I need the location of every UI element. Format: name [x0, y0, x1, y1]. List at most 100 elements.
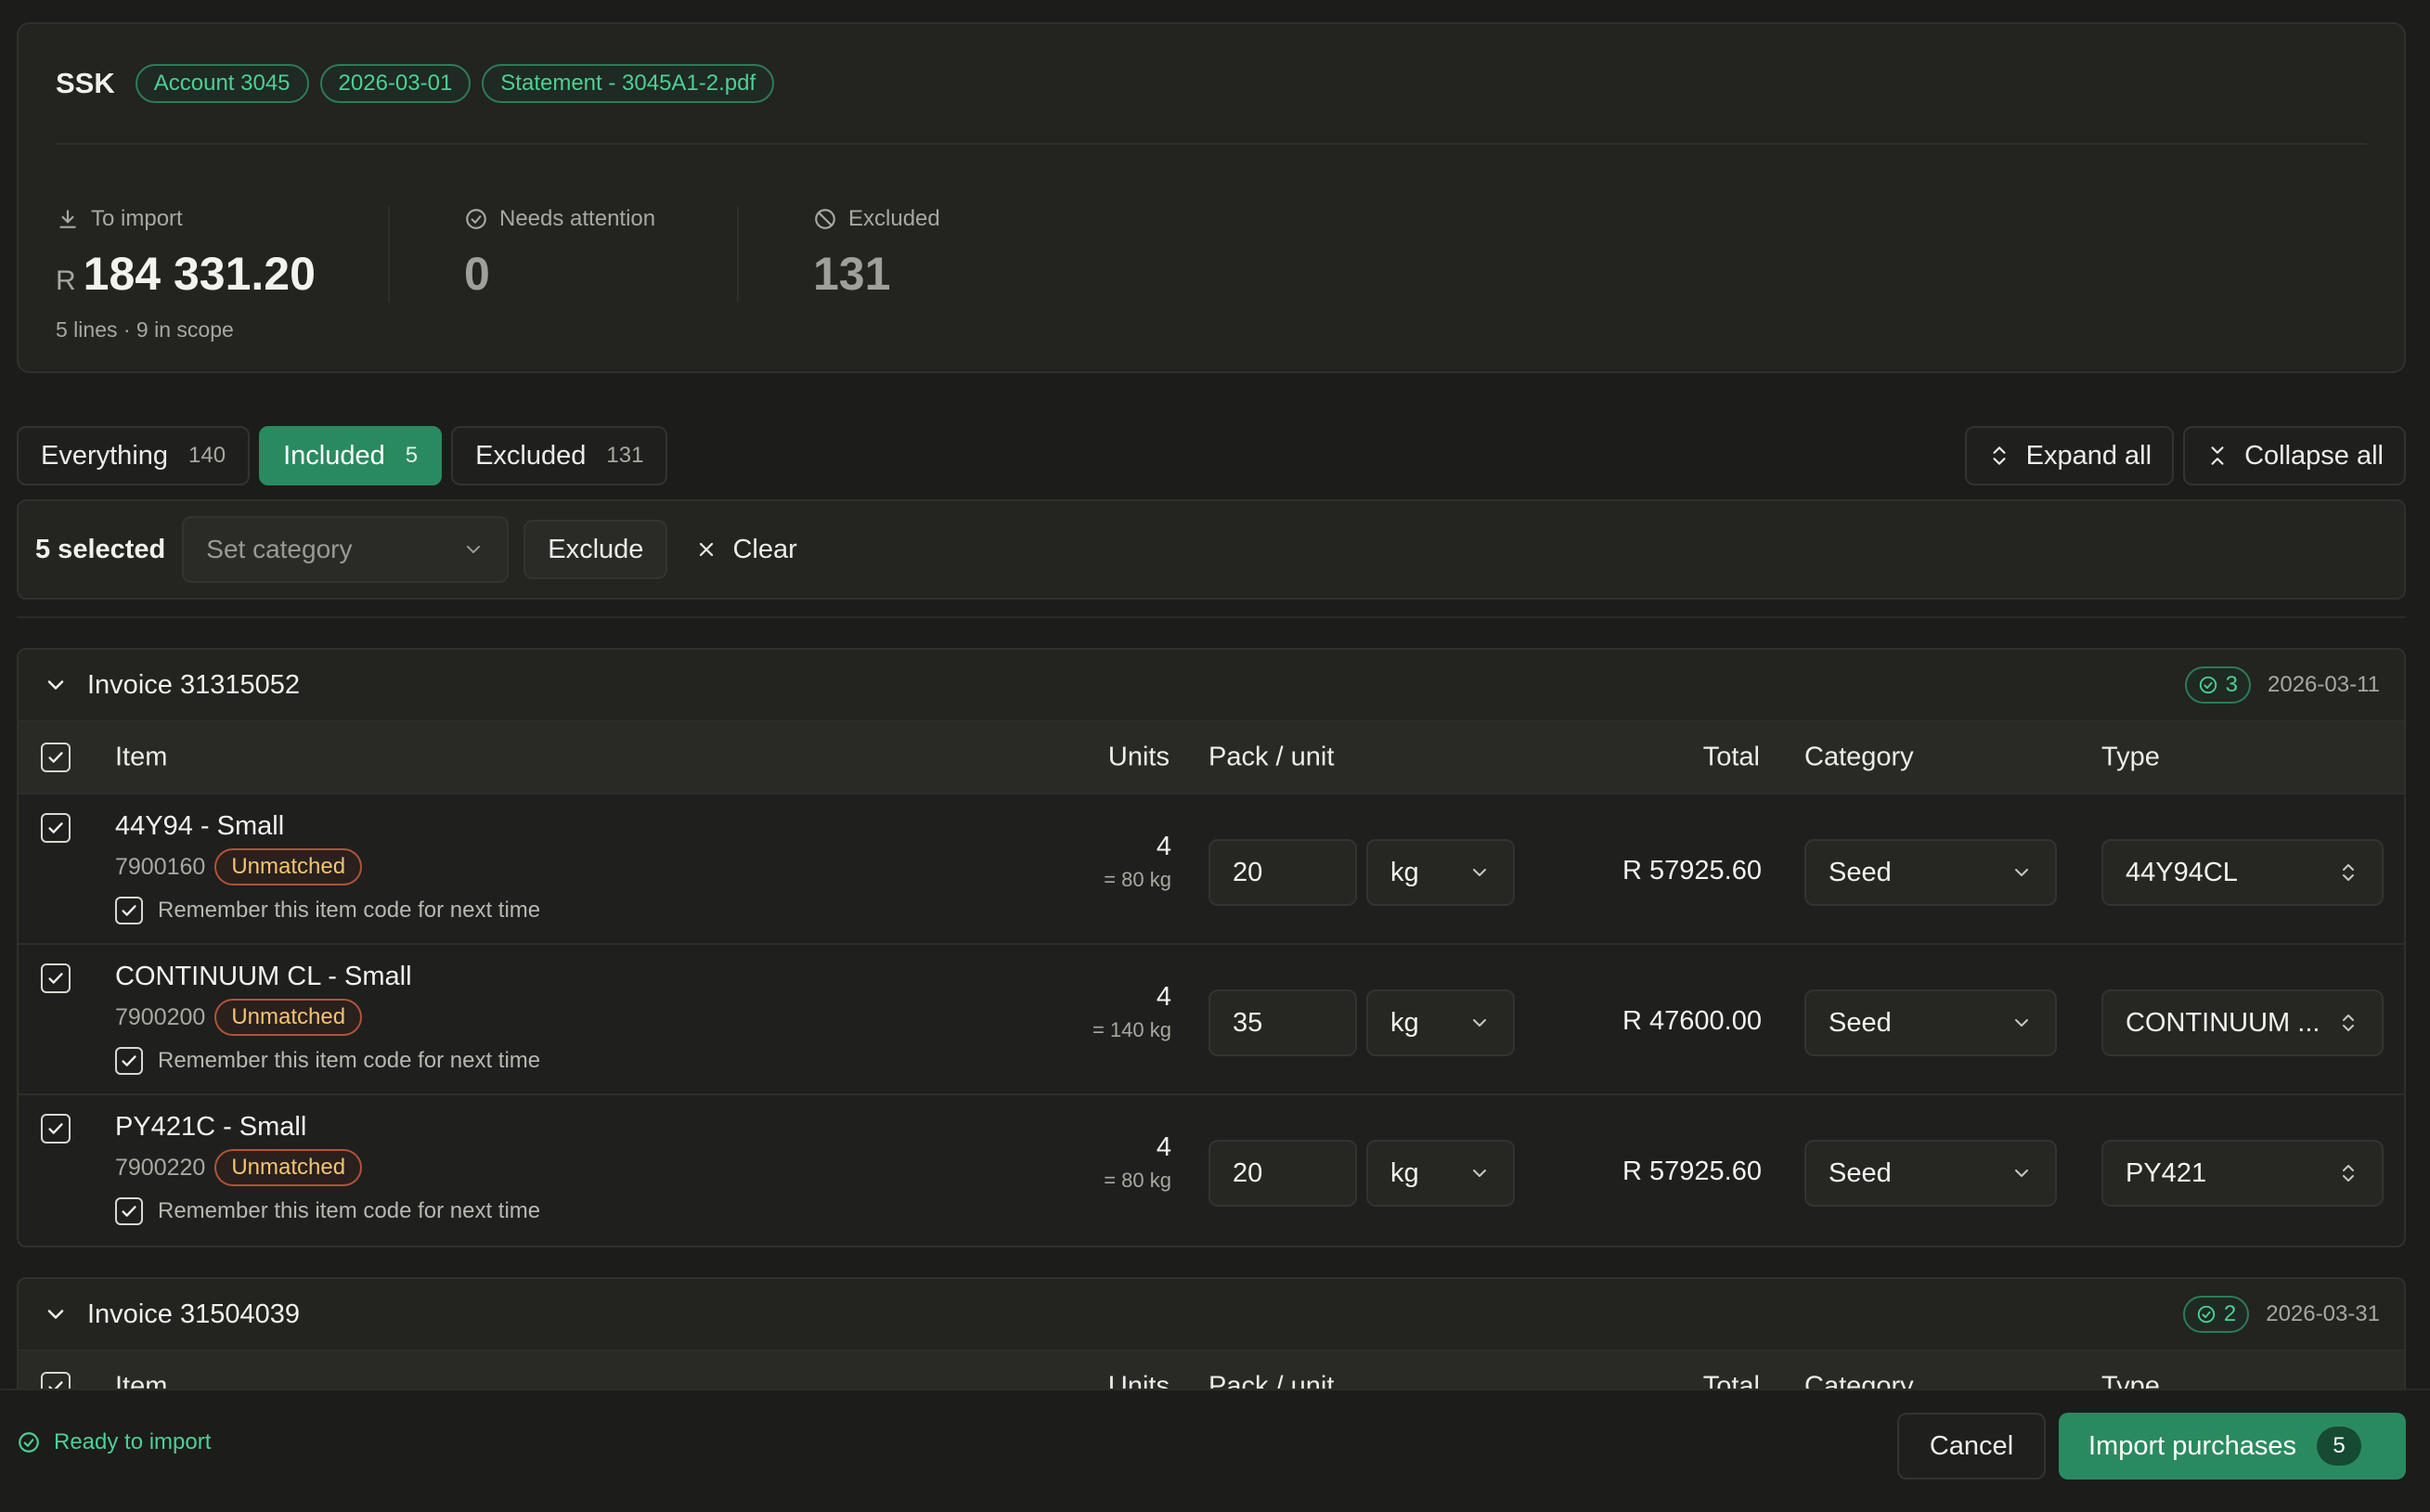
- column-total[interactable]: Total: [1703, 743, 1760, 773]
- tab-everything[interactable]: Everything 140: [17, 426, 251, 485]
- needs-attention-count: 0: [464, 248, 490, 300]
- invoice-header[interactable]: Invoice 31315052 3 2026-03-11: [19, 650, 2404, 720]
- type-select[interactable]: PY421: [2101, 1140, 2384, 1207]
- cancel-button[interactable]: Cancel: [1897, 1413, 2046, 1480]
- invoice-title: Invoice 31315052: [87, 669, 300, 700]
- clear-selection-button[interactable]: Clear: [682, 535, 809, 565]
- excluded-count: 131: [813, 248, 891, 300]
- check-circle-icon: [464, 207, 488, 231]
- stat-label: To import: [91, 206, 183, 231]
- stat-excluded: Excluded 131: [813, 204, 940, 301]
- item-code: 7900160: [115, 853, 206, 880]
- column-units[interactable]: Units: [1108, 743, 1170, 773]
- pack-size-input[interactable]: 20: [1209, 1140, 1357, 1207]
- expand-controls: Expand all Collapse all: [1964, 426, 2406, 485]
- category-select[interactable]: Seed: [1804, 839, 2057, 906]
- units-cell: 4 = 80 kg: [1104, 1132, 1171, 1193]
- check-circle-icon: [2196, 1304, 2217, 1325]
- type-select[interactable]: CONTINUUM ...: [2101, 989, 2384, 1056]
- chevron-down-icon: [1468, 861, 1491, 884]
- select-all-checkbox[interactable]: [41, 743, 71, 772]
- category-select[interactable]: Seed: [1804, 1140, 2057, 1207]
- chevron-up-down-icon: [2337, 1012, 2359, 1034]
- unmatched-badge: Unmatched: [214, 848, 363, 885]
- chevron-down-icon: [2010, 1012, 2033, 1034]
- pack-size-input[interactable]: 35: [1209, 989, 1357, 1056]
- scope-summary: 5 lines · 9 in scope: [56, 317, 234, 342]
- column-type[interactable]: Type: [2101, 743, 2160, 773]
- collapse-all-button[interactable]: Collapse all: [2183, 426, 2406, 485]
- units-value: 4: [1156, 832, 1171, 861]
- unmatched-badge: Unmatched: [214, 1149, 363, 1186]
- statement-pill[interactable]: Statement - 3045A1-2.pdf: [482, 64, 775, 103]
- table-row: 44Y94 - Small 7900160 Unmatched Remember…: [19, 795, 2404, 945]
- remember-checkbox[interactable]: [115, 1047, 143, 1075]
- remember-checkbox[interactable]: [115, 897, 143, 924]
- chevron-down-icon: [2010, 1162, 2033, 1184]
- column-pack-unit[interactable]: Pack / unit: [1209, 743, 1334, 773]
- chevron-down-icon: [462, 538, 485, 561]
- currency-symbol: R: [56, 265, 76, 296]
- row-checkbox[interactable]: [41, 963, 71, 993]
- stat-label: Needs attention: [499, 206, 656, 231]
- stat-divider: [737, 206, 739, 303]
- tab-count: 5: [405, 443, 419, 468]
- item-name: CONTINUUM CL - Small: [115, 962, 412, 991]
- expand-all-button[interactable]: Expand all: [1964, 426, 2175, 485]
- column-item[interactable]: Item: [115, 743, 167, 773]
- category-select[interactable]: Seed: [1804, 989, 2057, 1056]
- unit-select[interactable]: kg: [1366, 839, 1515, 906]
- invoice-group: Invoice 31315052 3 2026-03-11 Item Units…: [17, 648, 2406, 1247]
- row-checkbox[interactable]: [41, 1114, 71, 1144]
- expand-icon: [1987, 444, 2011, 468]
- item-code: 7900200: [115, 1003, 206, 1030]
- units-total-weight: = 140 kg: [1092, 1018, 1171, 1041]
- remember-code-option[interactable]: Remember this item code for next time: [115, 1047, 540, 1075]
- import-purchases-button[interactable]: Import purchases 5: [2059, 1413, 2406, 1480]
- invoice-date: 2026-03-11: [2268, 672, 2380, 697]
- summary-header: SSK Account 3045 2026-03-01 Statement - …: [56, 63, 775, 104]
- exclude-button[interactable]: Exclude: [523, 520, 668, 579]
- chevron-down-icon: [1468, 1162, 1491, 1184]
- footer-bar: Ready to import Cancel Import purchases …: [0, 1389, 2430, 1495]
- line-total: R 57925.60: [1622, 856, 1762, 885]
- type-select[interactable]: 44Y94CL: [2101, 839, 2384, 906]
- invoice-title: Invoice 31504039: [87, 1299, 300, 1329]
- tab-included[interactable]: Included 5: [259, 426, 443, 485]
- filter-tabs: Everything 140 Included 5 Excluded 131: [17, 426, 668, 485]
- units-value: 4: [1156, 1132, 1171, 1162]
- import-count-badge: 5: [2317, 1427, 2362, 1466]
- selection-count: 5 selected: [35, 534, 166, 564]
- line-total: R 57925.60: [1622, 1157, 1762, 1186]
- ready-status: Ready to import: [17, 1429, 211, 1455]
- remember-checkbox[interactable]: [115, 1197, 143, 1225]
- tab-excluded[interactable]: Excluded 131: [451, 426, 668, 485]
- stat-to-import: To import R 184 331.20 5 lines · 9 in sc…: [56, 204, 316, 342]
- ban-icon: [813, 207, 837, 231]
- remember-code-option[interactable]: Remember this item code for next time: [115, 1197, 540, 1225]
- org-name: SSK: [56, 67, 115, 99]
- invoice-header[interactable]: Invoice 31504039 2 2026-03-31: [19, 1279, 2404, 1350]
- unit-select[interactable]: kg: [1366, 1140, 1515, 1207]
- set-category-select[interactable]: Set category: [182, 516, 510, 583]
- check-circle-icon: [2198, 675, 2218, 695]
- stat-label: Excluded: [848, 206, 940, 231]
- chevron-down-icon[interactable]: [43, 672, 69, 698]
- unit-select[interactable]: kg: [1366, 989, 1515, 1056]
- account-pill: Account 3045: [135, 64, 309, 103]
- close-icon: [695, 538, 717, 561]
- invoice-date: 2026-03-31: [2266, 1301, 2380, 1326]
- units-total-weight: = 80 kg: [1104, 868, 1171, 891]
- chevron-down-icon[interactable]: [43, 1301, 69, 1327]
- units-value: 4: [1156, 982, 1171, 1012]
- pack-size-input[interactable]: 20: [1209, 839, 1357, 906]
- download-icon: [56, 207, 80, 231]
- ok-count-badge: 3: [2184, 666, 2252, 704]
- remember-code-option[interactable]: Remember this item code for next time: [115, 897, 540, 924]
- chevron-up-down-icon: [2337, 1162, 2359, 1184]
- units-cell: 4 = 140 kg: [1092, 982, 1171, 1042]
- row-checkbox[interactable]: [41, 813, 71, 843]
- column-category[interactable]: Category: [1804, 743, 1914, 773]
- list-divider: [17, 616, 2406, 618]
- table-row: CONTINUUM CL - Small 7900200 Unmatched R…: [19, 945, 2404, 1095]
